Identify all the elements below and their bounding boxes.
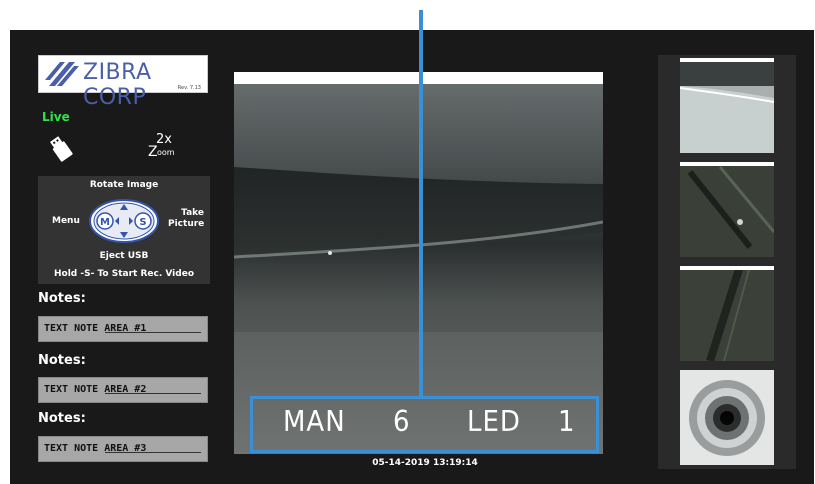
thumbnail-image-1 xyxy=(680,58,774,153)
hud-led-value: 1 xyxy=(558,405,576,439)
thumbnail-1-bar xyxy=(680,58,774,62)
take-picture-label: Take Picture xyxy=(168,208,204,230)
zoom-oom: oom xyxy=(157,148,175,157)
eject-usb-label: Eject USB xyxy=(99,251,149,261)
camera-hud-overlay: MAN 6 LED 1 xyxy=(250,396,599,453)
logo-revision: Rev. 7.13 xyxy=(177,85,201,91)
hud-mode: MAN xyxy=(283,405,346,439)
m-key: M xyxy=(100,217,110,228)
thumbnail-3[interactable] xyxy=(680,266,774,361)
thumbnail-2-bar xyxy=(680,162,774,166)
menu-label: Menu xyxy=(52,216,80,226)
notes-label-2: Notes: xyxy=(38,353,86,368)
notes-label-1: Notes: xyxy=(38,291,86,306)
control-panel: Rotate Image Menu Take Picture M S Eject… xyxy=(38,176,210,284)
live-indicator: Live xyxy=(42,110,70,124)
callout-pointer-line xyxy=(419,10,423,396)
thumbnail-3-bar xyxy=(680,266,774,270)
take-label: Take xyxy=(181,208,204,218)
dpad-icon[interactable]: M S xyxy=(88,198,160,244)
capture-timestamp: 05-14-2019 13:19:14 xyxy=(372,458,478,468)
thumbnail-2[interactable] xyxy=(680,162,774,257)
zoom-level: 2x xyxy=(156,132,172,147)
picture-label: Picture xyxy=(168,219,205,229)
thumbnail-image-2 xyxy=(680,162,774,257)
notes-label-3: Notes: xyxy=(38,411,86,426)
thumbnail-4[interactable] xyxy=(680,370,774,465)
rotate-image-label: Rotate Image xyxy=(89,180,159,190)
note-field-2[interactable]: TEXT NOTE AREA #2 xyxy=(38,377,208,403)
s-key: S xyxy=(139,217,146,228)
hud-mode-value: 6 xyxy=(393,405,411,439)
thumbnail-image-3 xyxy=(680,266,774,361)
thumbnail-1[interactable] xyxy=(680,58,774,153)
zoom-2x-icon[interactable]: 2x Z oom xyxy=(146,132,180,162)
hud-led-label: LED xyxy=(467,405,521,439)
thumbnail-image-4 xyxy=(680,370,774,465)
record-hint-label: Hold -S- To Start Rec. Video xyxy=(54,269,194,279)
note-field-3[interactable]: TEXT NOTE AREA #3 xyxy=(38,436,208,462)
note-field-1[interactable]: TEXT NOTE AREA #1 xyxy=(38,316,208,342)
usb-icon[interactable] xyxy=(46,134,76,164)
logo-stripes-icon xyxy=(45,62,79,86)
zibra-logo: ZIBRA CORP Rev. 7.13 xyxy=(38,55,208,110)
